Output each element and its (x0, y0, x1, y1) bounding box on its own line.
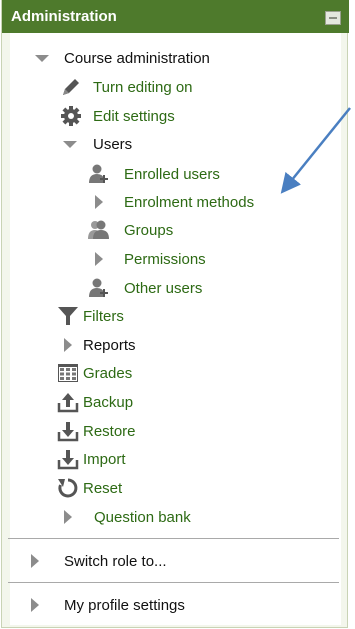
divider (8, 582, 339, 583)
collapsed-triangle-icon (88, 248, 110, 270)
tree-item-enrolment-methods[interactable]: Enrolment methods (88, 191, 288, 213)
collapsed-triangle-icon (57, 506, 79, 528)
tree-item-my-profile-settings[interactable]: My profile settings (24, 594, 264, 616)
collapse-icon[interactable] (325, 11, 341, 25)
tree-item-label: Backup (83, 394, 134, 411)
tree-item-label: Groups (124, 222, 174, 239)
collapsed-triangle-icon (88, 191, 110, 213)
tree-item-label: Course administration (64, 50, 210, 67)
reset-icon (57, 477, 79, 499)
expanded-triangle-icon (32, 47, 54, 69)
tree-item-restore[interactable]: Restore (57, 420, 257, 442)
user-add-icon (88, 163, 110, 185)
collapsed-triangle-icon (24, 550, 46, 572)
filter-icon (57, 305, 79, 327)
tree-item-label: My profile settings (64, 597, 185, 614)
pencil-icon (60, 76, 82, 98)
tree-item-label: Filters (83, 308, 124, 325)
tree-item-reports[interactable]: Reports (57, 334, 257, 356)
block-header: Administration (2, 0, 349, 33)
tree-item-reset[interactable]: Reset (57, 477, 257, 499)
tree-item-label: Switch role to... (64, 553, 167, 570)
tree-item-label: Grades (83, 365, 133, 382)
tree-item-label: Permissions (124, 251, 206, 268)
block-title: Administration (11, 8, 117, 25)
collapsed-triangle-icon (24, 594, 46, 616)
tree-item-backup[interactable]: Backup (57, 391, 257, 413)
tree-item-edit-settings[interactable]: Edit settings (60, 105, 260, 127)
tree-item-label: Turn editing on (93, 79, 193, 96)
grades-icon (57, 362, 79, 384)
download-icon (57, 420, 79, 442)
tree-item-label: Edit settings (93, 108, 175, 125)
tree-item-label: Enrolled users (124, 166, 220, 183)
gear-icon (60, 105, 82, 127)
tree-item-users[interactable]: Users (60, 133, 260, 155)
tree-item-import[interactable]: Import (57, 448, 257, 470)
tree-item-question-bank[interactable]: Question bank (57, 506, 257, 528)
tree-item-label: Question bank (94, 509, 191, 526)
tree-item-label: Enrolment methods (124, 194, 255, 211)
tree-item-label: Restore (83, 423, 136, 440)
divider (8, 538, 339, 539)
groups-icon (88, 219, 110, 241)
download-icon (57, 448, 79, 470)
tree-item-label: Import (83, 451, 126, 468)
tree-item-switch-role[interactable]: Switch role to... (24, 550, 264, 572)
tree-item-filters[interactable]: Filters (57, 305, 257, 327)
tree-item-other-users[interactable]: Other users (88, 277, 288, 299)
upload-icon (57, 391, 79, 413)
tree-item-permissions[interactable]: Permissions (88, 248, 288, 270)
tree-item-course-administration[interactable]: Course administration (32, 47, 272, 69)
tree-item-label: Users (93, 136, 133, 153)
tree-item-groups[interactable]: Groups (88, 219, 288, 241)
tree-item-enrolled-users[interactable]: Enrolled users (88, 163, 288, 185)
tree-item-turn-editing-on[interactable]: Turn editing on (60, 76, 260, 98)
tree-item-label: Reset (83, 480, 123, 497)
tree-item-grades[interactable]: Grades (57, 362, 257, 384)
expanded-triangle-icon (60, 133, 82, 155)
collapsed-triangle-icon (57, 334, 79, 356)
user-add-icon (88, 277, 110, 299)
tree-item-label: Reports (83, 337, 136, 354)
tree-item-label: Other users (124, 280, 203, 297)
